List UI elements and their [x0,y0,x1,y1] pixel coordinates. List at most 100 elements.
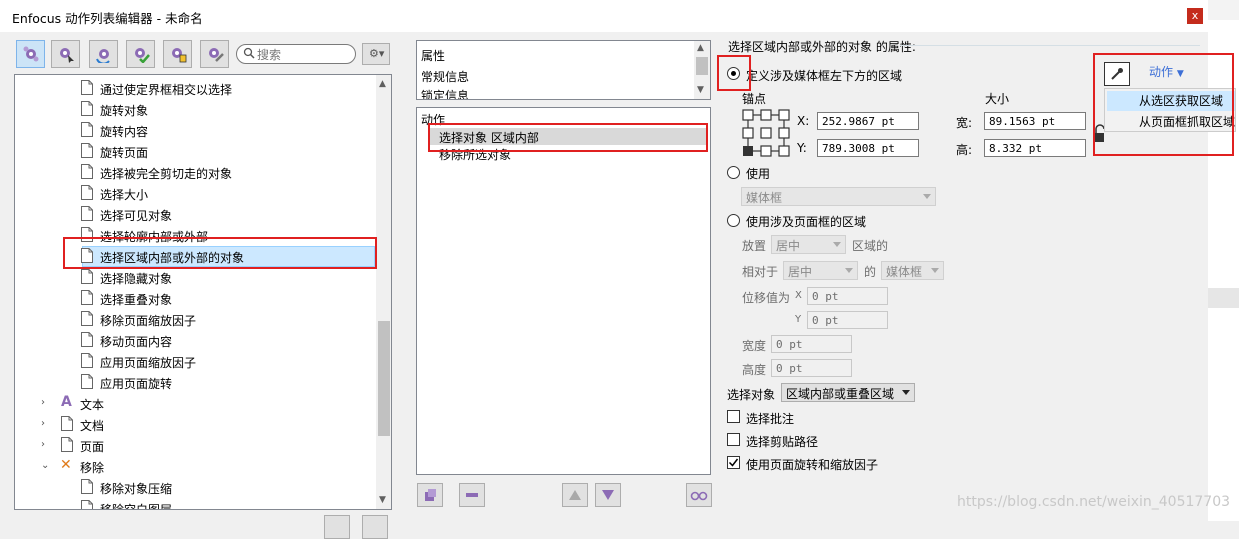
relative-select[interactable]: 居中 [783,261,858,280]
chevron-right-icon[interactable]: › [41,397,45,408]
properties-title: 选择区域内部或外部的对象 的属性: [728,40,916,54]
properties-list[interactable]: 属性 常规信息 锁定信息 ▲ ▼ [416,40,711,100]
close-button[interactable]: x [1187,8,1203,24]
x-input[interactable]: 252.9867 pt [817,112,919,130]
radio-page-area[interactable] [727,214,740,227]
tree-item[interactable]: 选择被完全剪切走的对象 [15,162,377,183]
toolbar-button-select[interactable] [51,40,80,68]
scroll-up-icon[interactable]: ▲ [379,79,386,89]
tree-item[interactable]: 旋转内容 [15,120,377,141]
tree-item[interactable]: 选择大小 [15,183,377,204]
offset-label: 位移值为 [742,291,791,305]
tree-item[interactable]: 选择轮廓内部或外部 [15,225,377,246]
height-input[interactable]: 8.332 pt [984,139,1086,157]
tree-item-selected[interactable]: 选择区域内部或外部的对象 [15,246,377,267]
gear-dropdown-icon: ⚙▾ [369,47,385,60]
select-object-select[interactable]: 区域内部或重叠区域 [781,383,915,402]
document-icon [81,122,93,137]
tree-item[interactable]: 移除页面缩放因子 [15,309,377,330]
gear-menu-button[interactable]: ⚙▾ [362,43,390,65]
properties-item[interactable]: 锁定信息 [421,87,469,99]
radio-define-area[interactable] [727,67,740,80]
properties-item[interactable]: 常规信息 [421,68,469,85]
caret-down-icon: ▼ [1176,69,1184,79]
tree-item[interactable]: 旋转对象 [15,99,377,120]
action-tree[interactable]: 通过使定界框相交以选择 旋转对象 旋转内容 旋转页面 选择被完全剪切走的对象 选择大小选择… [14,74,392,510]
tree-item[interactable]: 应用页面旋转 [15,372,377,393]
of-value: 媒体框 [886,265,923,279]
width-input[interactable]: 89.1563 pt [984,112,1086,130]
move-up-button[interactable] [562,483,588,507]
tree-item[interactable]: 旋转页面 [15,141,377,162]
properties-item[interactable]: 属性 [421,47,445,64]
scroll-down-icon[interactable]: ▼ [697,85,704,95]
offset-y-input[interactable]: 0 pt [807,311,888,329]
properties-scrollbar[interactable]: ▲ ▼ [694,41,710,99]
height-label: 高: [956,143,973,157]
tree-item[interactable]: 通过使定界框相交以选择 [15,78,377,99]
actions-menu-button[interactable]: 动作 ▼ [1149,63,1184,80]
toolbar-button-check[interactable] [126,40,155,68]
toolbar-button-all-actions[interactable] [16,40,45,68]
scroll-up-icon[interactable]: ▲ [697,43,704,53]
actions-popup-menu: 从选区获取区域 从页面框抓取区域 [1104,88,1236,132]
of-select[interactable]: 媒体框 [881,261,944,280]
window-title: Enfocus 动作列表编辑器 - 未命名 [12,11,203,26]
tree-category[interactable]: › A 文本 [15,393,377,414]
toolbar-button-cycle[interactable] [89,40,118,68]
tree-category[interactable]: › 文档 [15,414,377,435]
toolbar-button-info[interactable] [163,40,192,68]
menu-item-grab-from-page-box[interactable]: 从页面框抓取区域 [1107,112,1235,132]
checkbox-page-rotation[interactable] [727,456,740,469]
place-select[interactable]: 居中 [771,235,846,254]
gear-wrench-icon [209,48,224,62]
tree-scroll-thumb[interactable] [378,321,390,436]
tree-item[interactable]: 选择可见对象 [15,204,377,225]
chevron-down-icon[interactable]: ⌄ [41,460,49,471]
relative-value: 居中 [788,265,813,279]
actions-menu-label: 动作 [1149,65,1174,79]
width-label: 宽: [956,116,973,130]
action-item[interactable]: 移除所选对象 [439,146,511,163]
anchor-grid[interactable] [741,108,791,160]
chevron-right-icon[interactable]: › [41,418,45,429]
box-type-select[interactable]: 媒体框 [741,187,936,206]
w-input[interactable]: 0 pt [771,335,852,353]
menu-item-get-from-selection[interactable]: 从选区获取区域 [1107,91,1235,111]
tree-item[interactable]: 应用页面缩放因子 [15,351,377,372]
chevron-down-icon [845,268,853,273]
properties-scroll-thumb[interactable] [696,57,708,75]
add-action-button[interactable] [417,483,443,507]
select-object-value: 区域内部或重叠区域 [786,387,895,401]
action-item[interactable]: 选择对象 区域内部 [439,129,539,146]
tree-category[interactable]: › 页面 [15,435,377,456]
radio-use-box[interactable] [727,166,740,179]
toolbar-button-wrench[interactable] [200,40,229,68]
offset-x-input[interactable]: 0 pt [807,287,888,305]
chevron-right-icon[interactable]: › [41,439,45,450]
tree-scrollbar[interactable]: ▲ ▼ [376,75,391,509]
tree-item[interactable]: 选择重叠对象 [15,288,377,309]
tree-item[interactable]: 移除空白图层 [15,498,377,509]
scroll-down-icon[interactable]: ▼ [379,495,386,505]
checkbox-clip-path[interactable] [727,433,740,446]
y-input[interactable]: 789.3008 pt [817,139,919,157]
tree-item[interactable]: 移动页面内容 [15,330,377,351]
h-input[interactable]: 0 pt [771,359,852,377]
gear-cluster-icon [23,46,39,62]
move-down-button[interactable] [595,483,621,507]
tree-item-label: 选择可见对象 [100,209,173,223]
tree-category[interactable]: ⌄ ✕ 移除 [15,456,377,477]
tree-item[interactable]: 选择隐藏对象 [15,267,377,288]
document-icon [61,416,73,431]
remove-action-button[interactable] [459,483,485,507]
preview-button[interactable] [686,483,712,507]
actions-list[interactable]: 动作 选择对象 区域内部 移除所选对象 [416,107,711,475]
tree-bottom-button-1[interactable] [324,515,350,539]
select-object-label: 选择对象 [727,388,776,402]
tree-bottom-button-2[interactable] [362,515,388,539]
tree-item[interactable]: 移除对象压缩 [15,477,377,498]
eyedropper-button[interactable] [1104,62,1130,86]
checkbox-annotations[interactable] [727,410,740,423]
document-icon [81,353,93,368]
